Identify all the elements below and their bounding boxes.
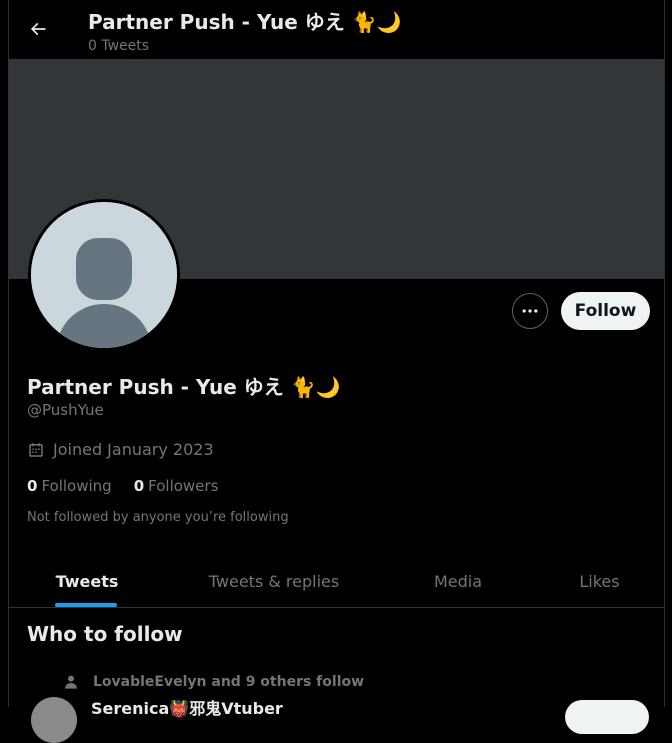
following-link[interactable]: 0 Following	[27, 477, 112, 495]
avatar[interactable]	[28, 199, 180, 351]
arrow-left-icon	[30, 22, 46, 36]
default-avatar-image	[31, 202, 177, 348]
social-context: LovableEvelyn and 9 others follow	[63, 674, 364, 690]
tab-media[interactable]: Media	[383, 555, 533, 607]
tab-tweets[interactable]: Tweets	[9, 555, 165, 607]
more-horizontal-icon	[522, 309, 538, 313]
profile-handle: @PushYue	[27, 401, 104, 419]
joined-text: Joined January 2023	[53, 440, 214, 459]
profile-tabs: Tweets Tweets & replies Media Likes	[9, 555, 664, 608]
tab-likes[interactable]: Likes	[533, 555, 666, 607]
following-label: Following	[41, 477, 112, 495]
followers-label: Followers	[148, 477, 219, 495]
calendar-icon	[29, 442, 43, 457]
default-person-icon	[31, 202, 177, 348]
profile-name: Partner Push - Yue ゆえ 🐈🌙	[27, 375, 341, 399]
followers-count: 0	[133, 477, 145, 495]
top-header: Partner Push - Yue ゆえ 🐈🌙 0 Tweets	[9, 0, 664, 59]
follow-stats: 0 Following 0 Followers	[27, 477, 218, 495]
social-context-text: LovableEvelyn and 9 others follow	[93, 674, 365, 690]
joined-date: Joined January 2023	[27, 440, 214, 459]
more-options-button[interactable]	[512, 293, 548, 329]
follow-button[interactable]: Follow	[561, 292, 650, 330]
suggestion-name[interactable]: Serenica👹邪鬼Vtuber	[91, 695, 283, 719]
followers-link[interactable]: 0 Followers	[134, 477, 219, 495]
header-title: Partner Push - Yue ゆえ 🐈🌙	[88, 10, 402, 34]
following-count: 0	[27, 477, 38, 495]
app-window: Partner Push - Yue ゆえ 🐈🌙 0 Tweets Follow…	[0, 0, 672, 743]
suggestion-follow-button[interactable]	[565, 700, 649, 734]
active-tab-indicator	[55, 603, 117, 607]
not-followed-note: Not followed by anyone you’re following	[27, 510, 289, 525]
who-to-follow-title: Who to follow	[27, 622, 183, 646]
profile-column: Partner Push - Yue ゆえ 🐈🌙 0 Tweets Follow…	[8, 0, 665, 743]
person-icon	[65, 675, 77, 689]
back-button[interactable]	[23, 14, 53, 44]
suggestion-avatar[interactable]	[31, 697, 77, 743]
header-tweet-count: 0 Tweets	[88, 38, 150, 54]
tab-tweets-replies[interactable]: Tweets & replies	[165, 555, 383, 607]
